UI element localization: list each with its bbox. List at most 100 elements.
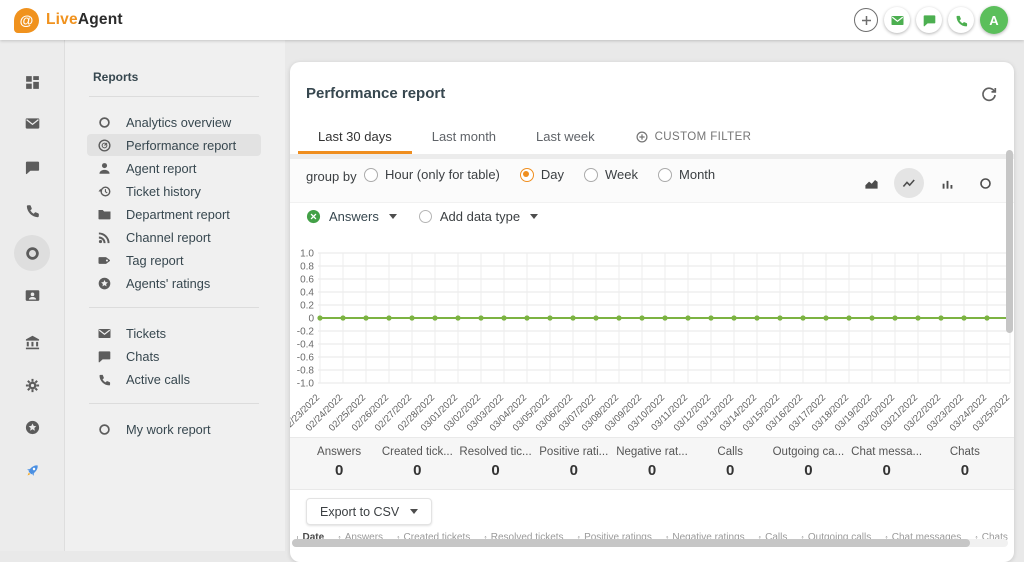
phone-icon xyxy=(954,13,969,28)
sidebar-item-active-calls[interactable]: Active calls xyxy=(87,368,261,390)
bar-chart-button[interactable] xyxy=(932,168,962,198)
tab-last-month[interactable]: Last month xyxy=(412,122,516,154)
chat-icon xyxy=(97,348,113,364)
sidebar-item-tag-report[interactable]: Tag report xyxy=(87,249,261,271)
add-data-type-label: Add data type xyxy=(440,209,520,224)
radio-icon xyxy=(658,168,672,182)
stat-value: 0 xyxy=(300,462,378,479)
radio-week[interactable]: Week xyxy=(584,167,638,182)
tabs-row: Last 30 days Last month Last week CUSTOM FI… xyxy=(298,122,771,154)
sidebar-item-label: Department report xyxy=(126,207,230,222)
svg-text:0.2: 0.2 xyxy=(300,301,314,312)
tag-icon xyxy=(97,252,113,268)
radio-label: Week xyxy=(605,167,638,182)
sidebar-item-channel-report[interactable]: Channel report xyxy=(87,226,261,248)
add-data-type-button[interactable]: Add data type xyxy=(419,209,538,224)
page-title: Performance report xyxy=(306,85,445,102)
rail-item-company[interactable] xyxy=(16,326,48,358)
folder-icon xyxy=(97,206,113,222)
chart-line-icon xyxy=(902,176,917,191)
remove-series-icon[interactable] xyxy=(306,209,321,224)
brand-agent: Agent xyxy=(78,11,123,28)
series-chip-answers[interactable]: Answers xyxy=(306,209,397,224)
svg-text:-0.2: -0.2 xyxy=(297,327,315,338)
mail-icon xyxy=(97,325,113,341)
rail-item-getting-started[interactable] xyxy=(16,454,48,486)
svg-text:-0.6: -0.6 xyxy=(297,353,315,364)
sidebar-item-tickets[interactable]: Tickets xyxy=(87,322,261,344)
tab-last-week[interactable]: Last week xyxy=(516,122,615,154)
sidebar-item-department-report[interactable]: Department report xyxy=(87,203,261,225)
line-chart-button[interactable] xyxy=(894,168,924,198)
stat-label: Resolved tic... xyxy=(456,446,534,458)
radio-icon xyxy=(364,168,378,182)
groupby-label: group by xyxy=(306,169,357,184)
chart-bar-icon xyxy=(940,176,955,191)
donut-chart-button[interactable] xyxy=(970,168,1000,198)
radio-hour-only-for-table[interactable]: Hour (only for table) xyxy=(364,167,500,182)
sidebar-item-agents-ratings[interactable]: Agents' ratings xyxy=(87,272,261,294)
refresh-button[interactable] xyxy=(978,84,1000,106)
new-chat-button[interactable] xyxy=(916,7,942,33)
sidebar-item-agent-report[interactable]: Agent report xyxy=(87,157,261,179)
sidebar-item-my-work-report[interactable]: My work report xyxy=(87,418,261,440)
sidebar-item-performance-report[interactable]: Performance report xyxy=(87,134,261,156)
history-icon xyxy=(97,183,113,199)
sidebar-item-label: Agent report xyxy=(126,161,196,176)
vertical-scrollbar[interactable] xyxy=(1006,150,1013,333)
tab-custom-filter[interactable]: CUSTOM FILTER xyxy=(615,122,772,154)
tab-label: CUSTOM FILTER xyxy=(655,131,752,143)
rail-item-ratings[interactable] xyxy=(16,411,48,443)
stat-value: 0 xyxy=(848,462,926,479)
sidebar-item-chats[interactable]: Chats xyxy=(87,345,261,367)
sidebar-item-analytics-overview[interactable]: Analytics overview xyxy=(87,111,261,133)
stat-chat-messa: Chat messa...0 xyxy=(848,438,926,489)
tab-label: Last 30 days xyxy=(318,129,392,144)
rail-item-dashboard[interactable] xyxy=(16,66,48,98)
sidebar-item-label: Tickets xyxy=(126,326,166,341)
new-ticket-button[interactable] xyxy=(884,7,910,33)
rail-item-chats[interactable] xyxy=(16,151,48,183)
performance-report-card: Performance report Last 30 days Last mont… xyxy=(290,62,1014,562)
stat-label: Outgoing ca... xyxy=(769,446,847,458)
radio-month[interactable]: Month xyxy=(658,167,715,182)
phone-icon xyxy=(97,371,113,387)
chevron-down-icon xyxy=(410,509,418,514)
person-icon xyxy=(97,160,113,176)
gear-icon xyxy=(24,377,41,394)
plus-icon xyxy=(859,13,874,28)
add-new-button[interactable] xyxy=(854,8,878,32)
export-csv-button[interactable]: Export to CSV xyxy=(306,498,432,525)
tab-label: Last month xyxy=(432,129,496,144)
brand-name: LiveAgent xyxy=(46,11,123,29)
rail-item-calls[interactable] xyxy=(16,194,48,226)
area-chart-button[interactable] xyxy=(856,168,886,198)
horizontal-scrollbar-thumb[interactable] xyxy=(292,539,970,547)
stat-resolved-tic: Resolved tic...0 xyxy=(456,438,534,489)
chat-icon xyxy=(24,159,41,176)
tab-last-30-days[interactable]: Last 30 days xyxy=(298,122,412,154)
stat-value: 0 xyxy=(613,462,691,479)
user-avatar[interactable]: A xyxy=(980,6,1008,34)
chart-donut-icon xyxy=(978,176,993,191)
stat-value: 0 xyxy=(535,462,613,479)
radio-label: Month xyxy=(679,167,715,182)
sidebar-item-label: Active calls xyxy=(126,372,190,387)
sidebar-item-ticket-history[interactable]: Ticket history xyxy=(87,180,261,202)
rail-item-tickets[interactable] xyxy=(16,107,48,139)
groupby-row: group by Hour (only for table) Day Week Mon… xyxy=(290,159,1014,203)
rocket-icon xyxy=(24,462,41,479)
rail-item-settings[interactable] xyxy=(16,369,48,401)
donut-icon xyxy=(24,245,41,262)
horizontal-scrollbar[interactable] xyxy=(292,539,1008,547)
chevron-down-icon xyxy=(530,214,538,219)
sidebar-item-label: Performance report xyxy=(126,138,236,153)
series-chip-label: Answers xyxy=(329,209,379,224)
new-call-button[interactable] xyxy=(948,7,974,33)
rail-item-contacts[interactable] xyxy=(16,279,48,311)
sidebar-item-label: Channel report xyxy=(126,230,211,245)
rail-item-reports[interactable] xyxy=(14,235,50,271)
sidebar-item-label: Ticket history xyxy=(126,184,201,199)
bank-icon xyxy=(24,334,41,351)
radio-day[interactable]: Day xyxy=(520,167,564,182)
